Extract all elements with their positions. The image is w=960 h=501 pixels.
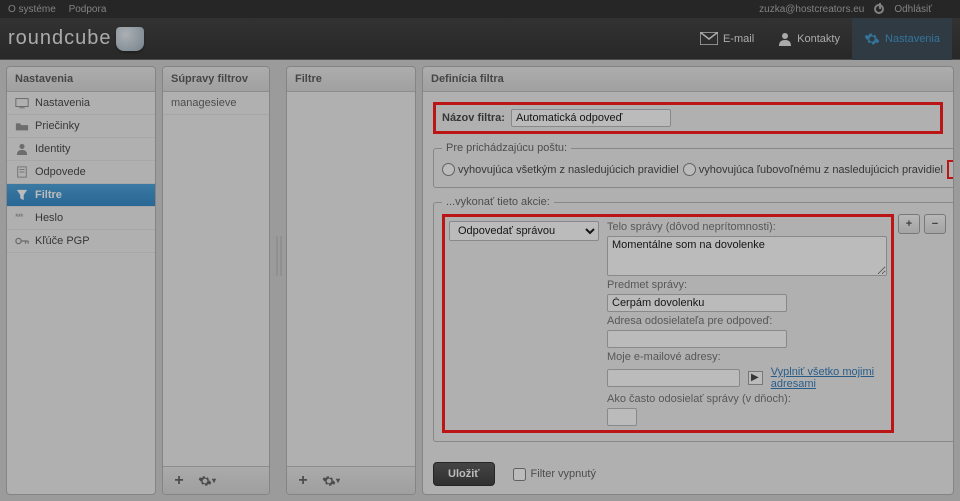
gear-icon [864,31,880,47]
nav-mail[interactable]: E-mail [688,18,766,60]
nav-settings[interactable]: Nastavenia [852,18,952,60]
setnav-filters[interactable]: Filtre [7,184,155,207]
filterdef-title: Definícia filtra [423,67,953,92]
myaddr-input[interactable] [607,369,740,387]
logout-link[interactable]: Odhlásiť [874,4,942,15]
filterset-item[interactable]: managesieve [163,92,269,115]
myaddr-label: Moje e-mailové adresy: [607,351,887,363]
key-icon [15,235,29,247]
mail-icon [700,32,718,45]
filters-panel: Filtre + ▾ [286,66,416,495]
actions-fieldset: ...vykonať tieto akcie: Odpovedať správo… [433,196,953,442]
set-actions-button[interactable]: ▾ [195,470,219,492]
monitor-icon [15,97,29,109]
person-icon [15,143,29,155]
about-link[interactable]: O systéme [8,4,56,15]
settings-panel-title: Nastavenia [7,67,155,92]
funnel-icon [15,189,29,201]
incoming-legend: Pre prichádzajúcu poštu: [442,142,571,154]
arrow-icon[interactable]: ▶ [748,371,763,385]
filtername-label: Názov filtra: [442,112,505,124]
sender-input[interactable] [607,330,787,348]
doc-icon [15,166,29,178]
action-type-select[interactable]: Odpovedať správou [449,221,599,241]
filter-actions-button[interactable]: ▾ [319,470,343,492]
body-textarea[interactable]: Momentálne som na dovolenke [607,236,887,276]
rule-all-radio[interactable] [442,163,455,176]
filter-disabled[interactable]: Filter vypnutý [513,468,596,481]
filter-disabled-checkbox[interactable] [513,468,526,481]
setnav-prefs[interactable]: Nastavenia [7,92,155,115]
subject-input[interactable] [607,294,787,312]
save-button[interactable]: Uložiť [433,462,495,486]
subject-label: Predmet správy: [607,279,887,291]
support-link[interactable]: Podpora [69,4,107,15]
header: roundcube E-mail Kontakty Nastavenia [0,18,960,60]
nav-contacts[interactable]: Kontakty [766,18,852,60]
setnav-identities[interactable]: Identity [7,138,155,161]
setnav-folders[interactable]: Priečinky [7,115,155,138]
filtersets-title: Súpravy filtrov [163,67,269,92]
filterdef-panel: Definícia filtra Názov filtra: Pre prich… [422,66,954,495]
add-filter-button[interactable]: + [291,470,315,492]
days-input[interactable] [607,408,637,426]
filtersets-panel: Súpravy filtrov managesieve + ▾ [162,66,270,495]
power-icon [874,4,884,14]
filtername-input[interactable] [511,109,671,127]
add-action-button[interactable]: + [898,214,920,234]
filtername-row: Názov filtra: [433,102,943,134]
filters-title: Filtre [287,67,415,92]
save-bar: Uložiť Filter vypnutý [423,454,953,494]
main-nav: E-mail Kontakty Nastavenia [688,18,952,60]
logo-icon [116,27,144,51]
setnav-pgp[interactable]: Kľúče PGP [7,230,155,253]
splitter[interactable] [276,66,280,495]
rule-any-radio[interactable] [683,163,696,176]
body-label: Telo správy (dôvod neprítomnosti): [607,221,887,233]
logo: roundcube [8,27,144,51]
actions-legend: ...vykonať tieto akcie: [442,196,554,208]
person-icon [778,32,792,46]
sender-label: Adresa odosielateľa pre odpoveď: [607,315,887,327]
gear-icon [198,474,212,488]
rule-any[interactable]: vyhovujúca ľubovoľnému z nasledujúcich p… [683,163,943,176]
days-label: Ako často odosielať správy (v dňoch): [607,393,887,405]
add-set-button[interactable]: + [167,470,191,492]
setnav-responses[interactable]: Odpovede [7,161,155,184]
remove-action-button[interactable]: − [924,214,946,234]
gear-icon [322,474,336,488]
setnav-password[interactable]: ***Heslo [7,207,155,230]
current-user: zuzka@hostcreators.eu [759,4,864,15]
topbar: O systéme Podpora zuzka@hostcreators.eu … [0,0,960,18]
settings-panel: Nastavenia Nastavenia Priečinky Identity… [6,66,156,495]
rule-all[interactable]: vyhovujúca všetkým z nasledujúcich pravi… [442,163,679,176]
incoming-fieldset: Pre prichádzajúcu poštu: vyhovujúca všet… [433,142,953,188]
password-icon: *** [15,212,29,224]
folder-icon [15,120,29,132]
fill-addresses-link[interactable]: Vyplniť všetko mojimi adresami [771,366,887,390]
workarea: Nastavenia Nastavenia Priečinky Identity… [0,60,960,501]
